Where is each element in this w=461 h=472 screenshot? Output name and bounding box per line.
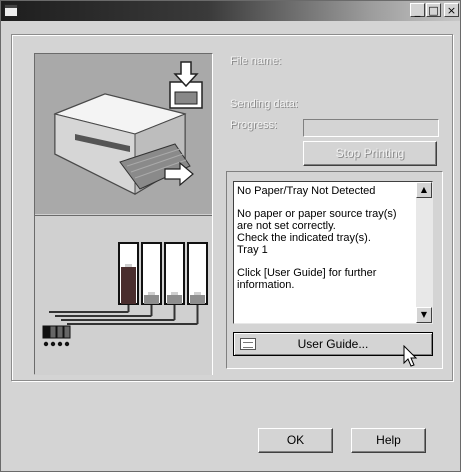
- ink-drop-icon: [57, 341, 63, 347]
- ink-level-fill: [190, 295, 205, 304]
- book-icon: [240, 338, 256, 350]
- sending-data-label: Sending data:: [230, 98, 298, 110]
- message-line: information.: [237, 279, 295, 291]
- ink-level-fill: [144, 295, 159, 304]
- scroll-down-arrow-icon[interactable]: ▼: [416, 307, 432, 323]
- ink-drop-icon: [50, 341, 56, 347]
- ink-level-panel: [35, 215, 212, 375]
- ink-level-marker: [125, 264, 132, 267]
- ink-drop-icon: [43, 341, 49, 347]
- stop-printing-button[interactable]: Stop Printing: [303, 141, 437, 166]
- printer-illustration: [35, 54, 212, 214]
- help-button[interactable]: Help: [351, 428, 426, 453]
- window-icon[interactable]: [4, 4, 18, 17]
- ink-level-marker: [171, 292, 178, 295]
- maximize-button[interactable]: □: [426, 3, 441, 17]
- title-bar[interactable]: _ □ ×: [1, 1, 460, 21]
- print-status-window: _ □ × File name: Sending data: Progress:…: [0, 0, 461, 472]
- ink-drop-icon: [64, 341, 70, 347]
- ink-level-marker: [194, 292, 201, 295]
- close-button[interactable]: ×: [444, 3, 459, 17]
- message-line: Check the indicated tray(s).: [237, 232, 371, 244]
- message-title: No Paper/Tray Not Detected: [237, 185, 376, 197]
- message-line: are not set correctly.: [237, 220, 336, 232]
- ink-level-fill: [167, 295, 182, 304]
- message-box[interactable]: No Paper/Tray Not Detected No paper or p…: [233, 181, 433, 324]
- print-head-icon: [63, 325, 71, 339]
- file-name-label: File name:: [230, 55, 282, 67]
- progress-bar: [303, 119, 439, 137]
- message-line: Tray 1: [237, 244, 268, 256]
- print-head-icon: [56, 325, 64, 339]
- progress-label: Progress:: [230, 119, 278, 131]
- mouse-cursor-icon: [403, 345, 418, 367]
- message-text: No Paper/Tray Not Detected No paper or p…: [237, 185, 415, 291]
- printer-image-panel: [34, 53, 213, 375]
- message-line: Click [User Guide] for further: [237, 267, 377, 279]
- minimize-button[interactable]: _: [410, 3, 425, 17]
- print-head-icon: [42, 325, 50, 339]
- ok-button[interactable]: OK: [258, 428, 333, 453]
- printer-icon: [53, 61, 203, 195]
- ink-level-fill: [121, 267, 136, 304]
- user-guide-label: User Guide...: [297, 337, 369, 351]
- message-line: No paper or paper source tray(s): [237, 208, 397, 220]
- print-head-icon: [49, 325, 57, 339]
- ink-level-marker: [148, 292, 155, 295]
- ink-level-chart: [42, 242, 208, 347]
- scroll-up-arrow-icon[interactable]: ▲: [416, 182, 432, 198]
- message-scrollbar[interactable]: ▲ ▼: [416, 182, 432, 323]
